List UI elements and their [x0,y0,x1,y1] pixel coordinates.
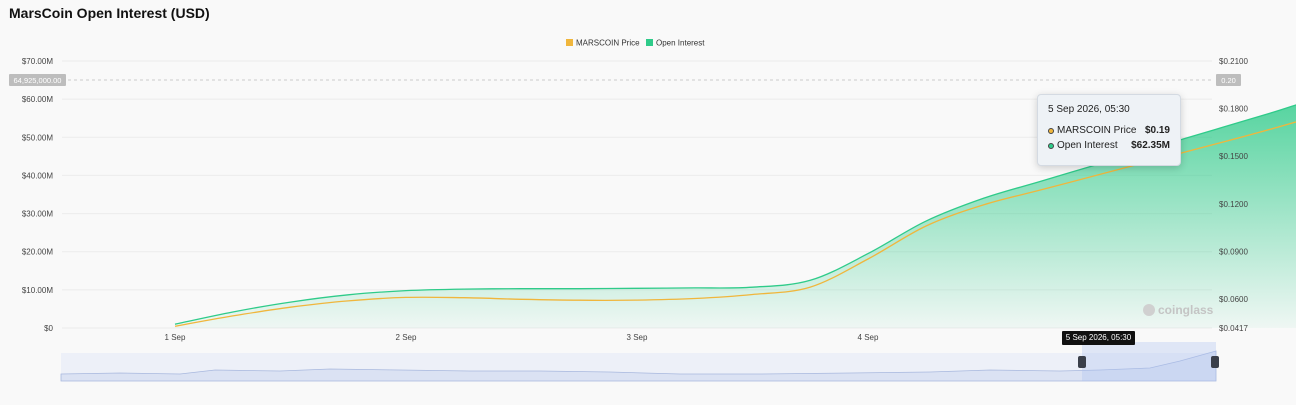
crosshair-x-label: 5 Sep 2026, 05:30 [1062,331,1135,345]
tooltip-row-name: MARSCOIN Price [1057,125,1137,136]
tooltip-row-price: MARSCOIN Price $0.19 [1048,125,1170,136]
y-right-tick-label: $0.1500 [1219,152,1248,161]
y-left-tick-label: $50.00M [22,133,53,142]
legend-label: MARSCOIN Price [576,39,640,48]
price-dot-icon [1048,127,1054,134]
y-left-tick-label: $20.00M [22,248,53,257]
range-navigator [60,342,1219,382]
legend-label: Open Interest [656,39,705,48]
crosshair-left-label: 64,925,000.00 [14,76,62,85]
x-tick-label: 3 Sep [627,333,648,342]
y-left-tick-label: $0 [44,324,53,333]
y-right-tick-label: $0.1800 [1219,105,1248,114]
navigator-selection [1082,342,1216,381]
legend-swatch [646,39,653,46]
tooltip-row-value: $62.35M [1131,140,1170,151]
navigator-handle-left[interactable] [1078,356,1086,368]
coinglass-logo-icon [1143,304,1155,316]
y-left-tick-label: $70.00M [22,57,53,66]
tooltip-row-oi: Open Interest $62.35M [1048,140,1170,151]
tooltip: 5 Sep 2026, 05:30 MARSCOIN Price $0.19 O… [1037,94,1181,166]
x-tick-label: 2 Sep [396,333,417,342]
legend-swatch [566,39,573,46]
y-left-tick-label: $60.00M [22,95,53,104]
y-axis-left: $0 $10.00M $20.00M $30.00M $40.00M $50.00M $60… [22,57,54,333]
legend: MARSCOIN Price Open Interest [566,39,705,48]
crosshair-right-label: 0.20 [1221,76,1236,85]
y-right-tick-label: $0.0900 [1219,247,1248,256]
y-right-tick-label: $0.2100 [1219,57,1248,66]
y-right-tick-label: $0.0600 [1219,295,1248,304]
y-right-tick-label: $0.1200 [1219,200,1248,209]
x-tick-label: 1 Sep [165,333,186,342]
x-tick-label: 4 Sep [858,333,879,342]
tooltip-date: 5 Sep 2026, 05:30 [1048,104,1130,115]
y-left-tick-label: $40.00M [22,171,53,180]
navigator-handle-right[interactable] [1211,356,1219,368]
tooltip-row-name: Open Interest [1057,140,1118,151]
x-axis: 1 Sep 2 Sep 3 Sep 4 Sep [165,333,879,342]
y-left-tick-label: $10.00M [22,286,53,295]
y-left-tick-label: $30.00M [22,210,53,219]
watermark-text: coinglass [1158,303,1214,317]
tooltip-row-value: $0.19 [1144,125,1170,136]
oi-dot-icon [1048,142,1054,149]
coinglass-watermark: coinglass [1143,303,1213,317]
y-right-tick-label: $0.0417 [1219,324,1248,333]
